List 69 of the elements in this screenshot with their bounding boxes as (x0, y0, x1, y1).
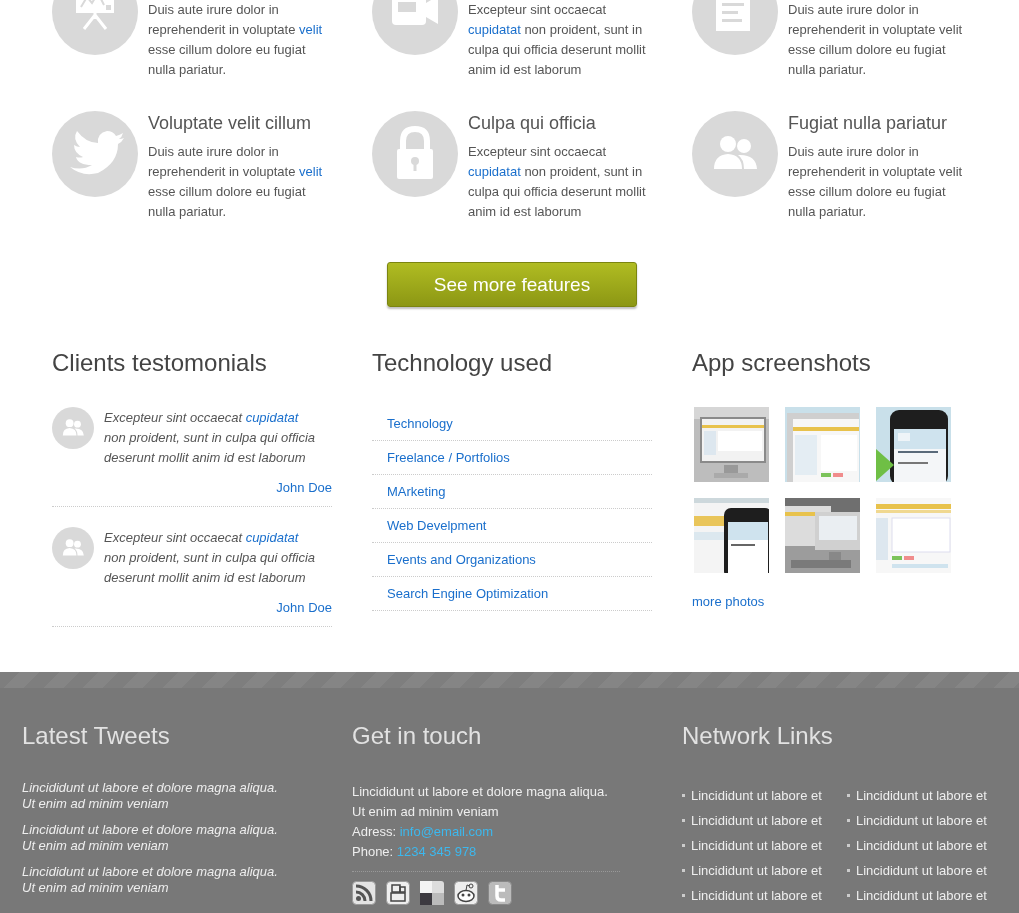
footer-heading: Latest Tweets (22, 722, 171, 750)
network-link[interactable]: Lincididunt ut labore et (691, 888, 822, 903)
network-link[interactable]: Lincididunt ut labore et (856, 813, 987, 828)
bird-icon (52, 111, 138, 197)
footer-heading: Get in touch (352, 722, 483, 750)
author-link[interactable]: John Doe (276, 480, 332, 495)
technology-link[interactable]: Freelance / Portfolios (387, 450, 510, 465)
feature-text: Excepteur sint occaecat cupidatat non proident, sunt in culpa qui officia deserunt mollit anim id est laborum (468, 1, 646, 79)
tweet-text: Lincididunt ut labore et dolore magna aliqua. Ut enim ad minim veniam (22, 780, 279, 812)
feature-title: Fugiat nulla pariatur (788, 112, 948, 135)
people-icon (52, 527, 94, 569)
technology-link[interactable]: Events and Organizations (387, 552, 536, 567)
feature-title: Voluptate velit cillum (148, 112, 312, 135)
text-link[interactable]: cupidatat (468, 164, 521, 179)
tweet-text: Lincididunt ut labore et dolore magna aliqua. Ut enim ad minim veniam (22, 864, 279, 896)
bullet-icon (682, 869, 685, 872)
testimonial-quote: Excepteur sint occaecat cupidatat non proident, sunt in culpa qui officia deserunt mollit anim id est laborum (104, 529, 316, 587)
network-link[interactable]: Lincididunt ut labore et (691, 838, 822, 853)
bullet-icon (847, 819, 850, 822)
feature-text: Duis aute irure dolor in reprehenderit in voluptate velit esse cillum dolore eu fugiat nulla pariatur. (148, 143, 324, 221)
author-link[interactable]: John Doe (276, 600, 332, 615)
technology-link[interactable]: Web Develpment (387, 518, 487, 533)
bullet-icon (847, 794, 850, 797)
people-icon (692, 111, 778, 197)
network-link[interactable]: Lincididunt ut labore et (691, 813, 822, 828)
network-link[interactable]: Lincididunt ut labore et (691, 863, 822, 878)
bullet-icon (682, 794, 685, 797)
section-heading: Technology used (372, 349, 554, 377)
phone-line: Phone: 1234 345 978 (352, 843, 478, 861)
contact-text: Ut enim ad minim veniam (352, 803, 500, 821)
text-link[interactable]: cupidatat (245, 530, 299, 545)
technology-link[interactable]: Technology (387, 416, 453, 431)
text-link[interactable]: velit (299, 22, 323, 37)
network-link[interactable]: Lincididunt ut labore et (856, 863, 987, 878)
bullet-icon (682, 844, 685, 847)
tweet-text: Lincididunt ut labore et dolore magna aliqua. Ut enim ad minim veniam (22, 822, 279, 854)
bullet-icon (847, 894, 850, 897)
feature-title: Culpa qui officia (468, 112, 596, 135)
feature-text: Duis aute irure dolor in reprehenderit in voluptate velit esse cillum dolore eu fugiat nulla pariatur. (148, 1, 324, 79)
bullet-icon (847, 844, 850, 847)
bullet-icon (847, 869, 850, 872)
contact-text: Lincididunt ut labore et dolore magna aliqua. (352, 783, 609, 801)
network-link[interactable]: Lincididunt ut labore et (856, 788, 987, 803)
footer-heading: Network Links (682, 722, 834, 750)
feature-text: Duis aute irure dolor in reprehenderit in voluptate velit esse cillum dolore eu fugiat nulla pariatur. (788, 143, 964, 221)
lock-icon (372, 111, 458, 197)
text-link[interactable]: cupidatat (468, 22, 521, 37)
rss-icon[interactable] (352, 881, 376, 905)
more-photos-link[interactable]: more photos (692, 594, 765, 609)
feature-text: Excepteur sint occaecat cupidatat non proident, sunt in culpa qui officia deserunt mollit anim id est laborum (468, 143, 646, 221)
section-heading: App screenshots (692, 349, 872, 377)
testimonial-quote: Excepteur sint occaecat cupidatat non proident, sunt in culpa qui officia deserunt mollit anim id est laborum (104, 409, 316, 467)
text-link[interactable]: velit (299, 164, 323, 179)
technology-link[interactable]: MArketing (387, 484, 446, 499)
feature-text: Duis aute irure dolor in reprehenderit in voluptate velit esse cillum dolore eu fugiat nulla pariatur. (788, 1, 964, 79)
alien-face-icon[interactable] (454, 881, 478, 905)
bullet-icon (682, 819, 685, 822)
network-link[interactable]: Lincididunt ut labore et (856, 888, 987, 903)
people-icon (52, 407, 94, 449)
text-link[interactable]: cupidatat (245, 410, 299, 425)
bullet-icon (682, 894, 685, 897)
t-logo-icon[interactable] (488, 881, 512, 905)
section-heading: Clients testomonials (52, 349, 268, 377)
robot-icon[interactable] (386, 881, 410, 905)
address-line: Adress: info@email.com (352, 823, 495, 841)
technology-link[interactable]: Search Engine Optimization (387, 586, 549, 601)
network-link[interactable]: Lincididunt ut labore et (691, 788, 822, 803)
network-link[interactable]: Lincididunt ut labore et (856, 838, 987, 853)
checker-icon[interactable] (420, 881, 444, 905)
